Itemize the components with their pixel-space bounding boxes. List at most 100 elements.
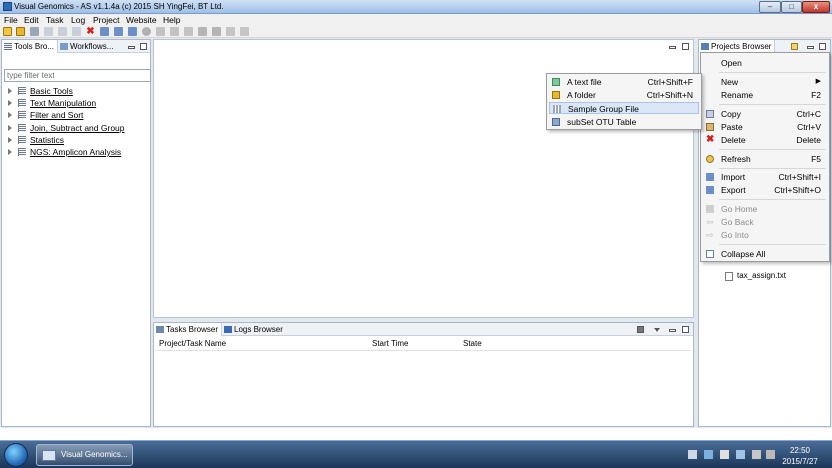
menu-item-refresh[interactable]: Refresh F5: [703, 153, 827, 165]
menu-project[interactable]: Project: [93, 14, 119, 26]
maximize-editor-icon[interactable]: [682, 43, 689, 50]
layout-icon[interactable]: [184, 27, 193, 36]
menu-item-shortcut: Ctrl+Shift+N: [646, 90, 693, 100]
open-folder-icon[interactable]: [16, 27, 25, 36]
action-center-icon[interactable]: [736, 450, 745, 459]
menu-item-shortcut: Ctrl+V: [797, 122, 821, 132]
column-header-start-time[interactable]: Start Time: [372, 338, 408, 350]
filter-input[interactable]: type filter text: [4, 69, 151, 82]
export-icon: [706, 186, 714, 194]
project-file-item[interactable]: tax_assign.txt: [723, 270, 786, 282]
submenu-item-text-file[interactable]: A text file Ctrl+Shift+F: [549, 76, 699, 88]
tab-logs-browser[interactable]: Logs Browser: [222, 323, 288, 336]
delete-icon[interactable]: ✖: [86, 27, 95, 37]
tree-item-statistics[interactable]: Statistics: [8, 134, 64, 146]
expand-arrow-icon[interactable]: [8, 137, 12, 143]
minimize-button[interactable]: –: [759, 1, 781, 13]
start-button[interactable]: [4, 443, 28, 467]
column-header-task-name[interactable]: Project/Task Name: [159, 338, 226, 350]
refresh-icon: [706, 155, 714, 163]
minimize-panel-icon[interactable]: [669, 329, 676, 332]
tab-label: Tools Bro...: [14, 42, 55, 51]
folder-icon: [552, 91, 560, 99]
tab-tools-browser[interactable]: Tools Bro...: [2, 40, 58, 53]
maximize-button[interactable]: □: [781, 1, 802, 13]
menu-edit[interactable]: Edit: [24, 14, 39, 26]
expand-arrow-icon[interactable]: [8, 88, 12, 94]
menu-item-new[interactable]: New ▶: [703, 76, 827, 88]
import-icon[interactable]: [100, 27, 109, 36]
run-icon[interactable]: [128, 27, 137, 36]
clock-date[interactable]: 2015/7/27: [778, 457, 822, 466]
keyboard-icon[interactable]: [752, 450, 761, 459]
cut-icon[interactable]: [72, 27, 81, 36]
new-project-icon[interactable]: [791, 43, 798, 50]
menu-item-import[interactable]: Import Ctrl+Shift+I: [703, 171, 827, 183]
menu-website[interactable]: Website: [126, 14, 157, 26]
expand-arrow-icon[interactable]: [8, 100, 12, 106]
new-icon[interactable]: [3, 27, 12, 36]
submenu-item-sample-group-file[interactable]: Sample Group File: [549, 102, 699, 114]
expand-arrow-icon[interactable]: [8, 125, 12, 131]
submenu-item-folder[interactable]: A folder Ctrl+Shift+N: [549, 89, 699, 101]
save-icon[interactable]: [30, 27, 39, 36]
submenu-item-subset-otu-table[interactable]: subSet OTU Table: [549, 116, 699, 128]
taskbar-app-button[interactable]: Visual Genomics...: [36, 444, 133, 466]
menu-item-rename[interactable]: Rename F2: [703, 89, 827, 101]
new-submenu: A text file Ctrl+Shift+F A folder Ctrl+Shi…: [546, 73, 702, 130]
info-icon[interactable]: [240, 27, 249, 36]
column-header-state[interactable]: State: [463, 338, 482, 350]
toolset-icon: [18, 136, 26, 144]
grid-icon[interactable]: [198, 27, 207, 36]
tree-item-text-manipulation[interactable]: Text Manipulation: [8, 97, 96, 109]
tab-tasks-browser[interactable]: Tasks Browser: [154, 323, 222, 336]
maximize-panel-icon[interactable]: [140, 43, 147, 50]
menu-item-collapse-all[interactable]: Collapse All: [703, 248, 827, 260]
taskbar-app-label: Visual Genomics...: [61, 450, 128, 459]
menu-item-label: Sample Group File: [568, 104, 639, 114]
stop-icon[interactable]: [142, 27, 151, 36]
menu-task[interactable]: Task: [46, 14, 63, 26]
window-title: Visual Genomics - AS v1.1.4a (c) 2015 SH…: [14, 2, 224, 11]
expand-arrow-icon[interactable]: [8, 112, 12, 118]
clock-time[interactable]: 22:50: [778, 446, 822, 455]
menu-help[interactable]: Help: [163, 14, 180, 26]
menu-file[interactable]: File: [4, 14, 18, 26]
tree-item-basic-tools[interactable]: Basic Tools: [8, 85, 73, 97]
menu-item-label: A text file: [567, 77, 602, 87]
close-button[interactable]: x: [802, 1, 830, 13]
view-menu-icon[interactable]: [654, 328, 660, 332]
menu-item-copy[interactable]: Copy Ctrl+C: [703, 108, 827, 120]
tree-item-filter-and-sort[interactable]: Filter and Sort: [8, 109, 83, 121]
menu-item-label: Rename: [721, 90, 754, 100]
network-icon[interactable]: [704, 450, 713, 459]
menu-log[interactable]: Log: [71, 14, 85, 26]
projects-icon: [701, 43, 709, 50]
export-icon[interactable]: [114, 27, 123, 36]
volume-icon[interactable]: [720, 450, 729, 459]
tray-expand-icon[interactable]: [688, 450, 697, 459]
menu-item-paste[interactable]: Paste Ctrl+V: [703, 121, 827, 133]
text-file-icon: [552, 78, 560, 86]
battery-icon[interactable]: [766, 450, 775, 459]
tree-item-label: Text Manipulation: [30, 98, 97, 108]
copy-icon[interactable]: [44, 27, 53, 36]
paste-icon[interactable]: [58, 27, 67, 36]
expand-arrow-icon[interactable]: [8, 149, 12, 155]
chart-icon[interactable]: [212, 27, 221, 36]
maximize-panel-icon[interactable]: [682, 326, 689, 333]
minimize-panel-icon[interactable]: [807, 46, 814, 49]
tree-item-ngs-amplicon[interactable]: NGS: Amplicon Analysis: [8, 146, 121, 158]
settings-icon[interactable]: [170, 27, 179, 36]
menu-item-delete[interactable]: ✖ Delete Delete: [703, 134, 827, 146]
maximize-panel-icon[interactable]: [819, 43, 826, 50]
search-icon[interactable]: [156, 27, 165, 36]
menu-item-open[interactable]: Open: [703, 57, 827, 69]
minimize-editor-icon[interactable]: [669, 46, 676, 49]
minimize-panel-icon[interactable]: [128, 46, 135, 49]
menu-item-export[interactable]: Export Ctrl+Shift+O: [703, 184, 827, 196]
stop-task-icon[interactable]: [637, 326, 644, 333]
tool-icon[interactable]: [226, 27, 235, 36]
tree-item-join-subtract-group[interactable]: Join, Subtract and Group: [8, 122, 125, 134]
tab-workflows[interactable]: Workflows...: [58, 40, 122, 53]
